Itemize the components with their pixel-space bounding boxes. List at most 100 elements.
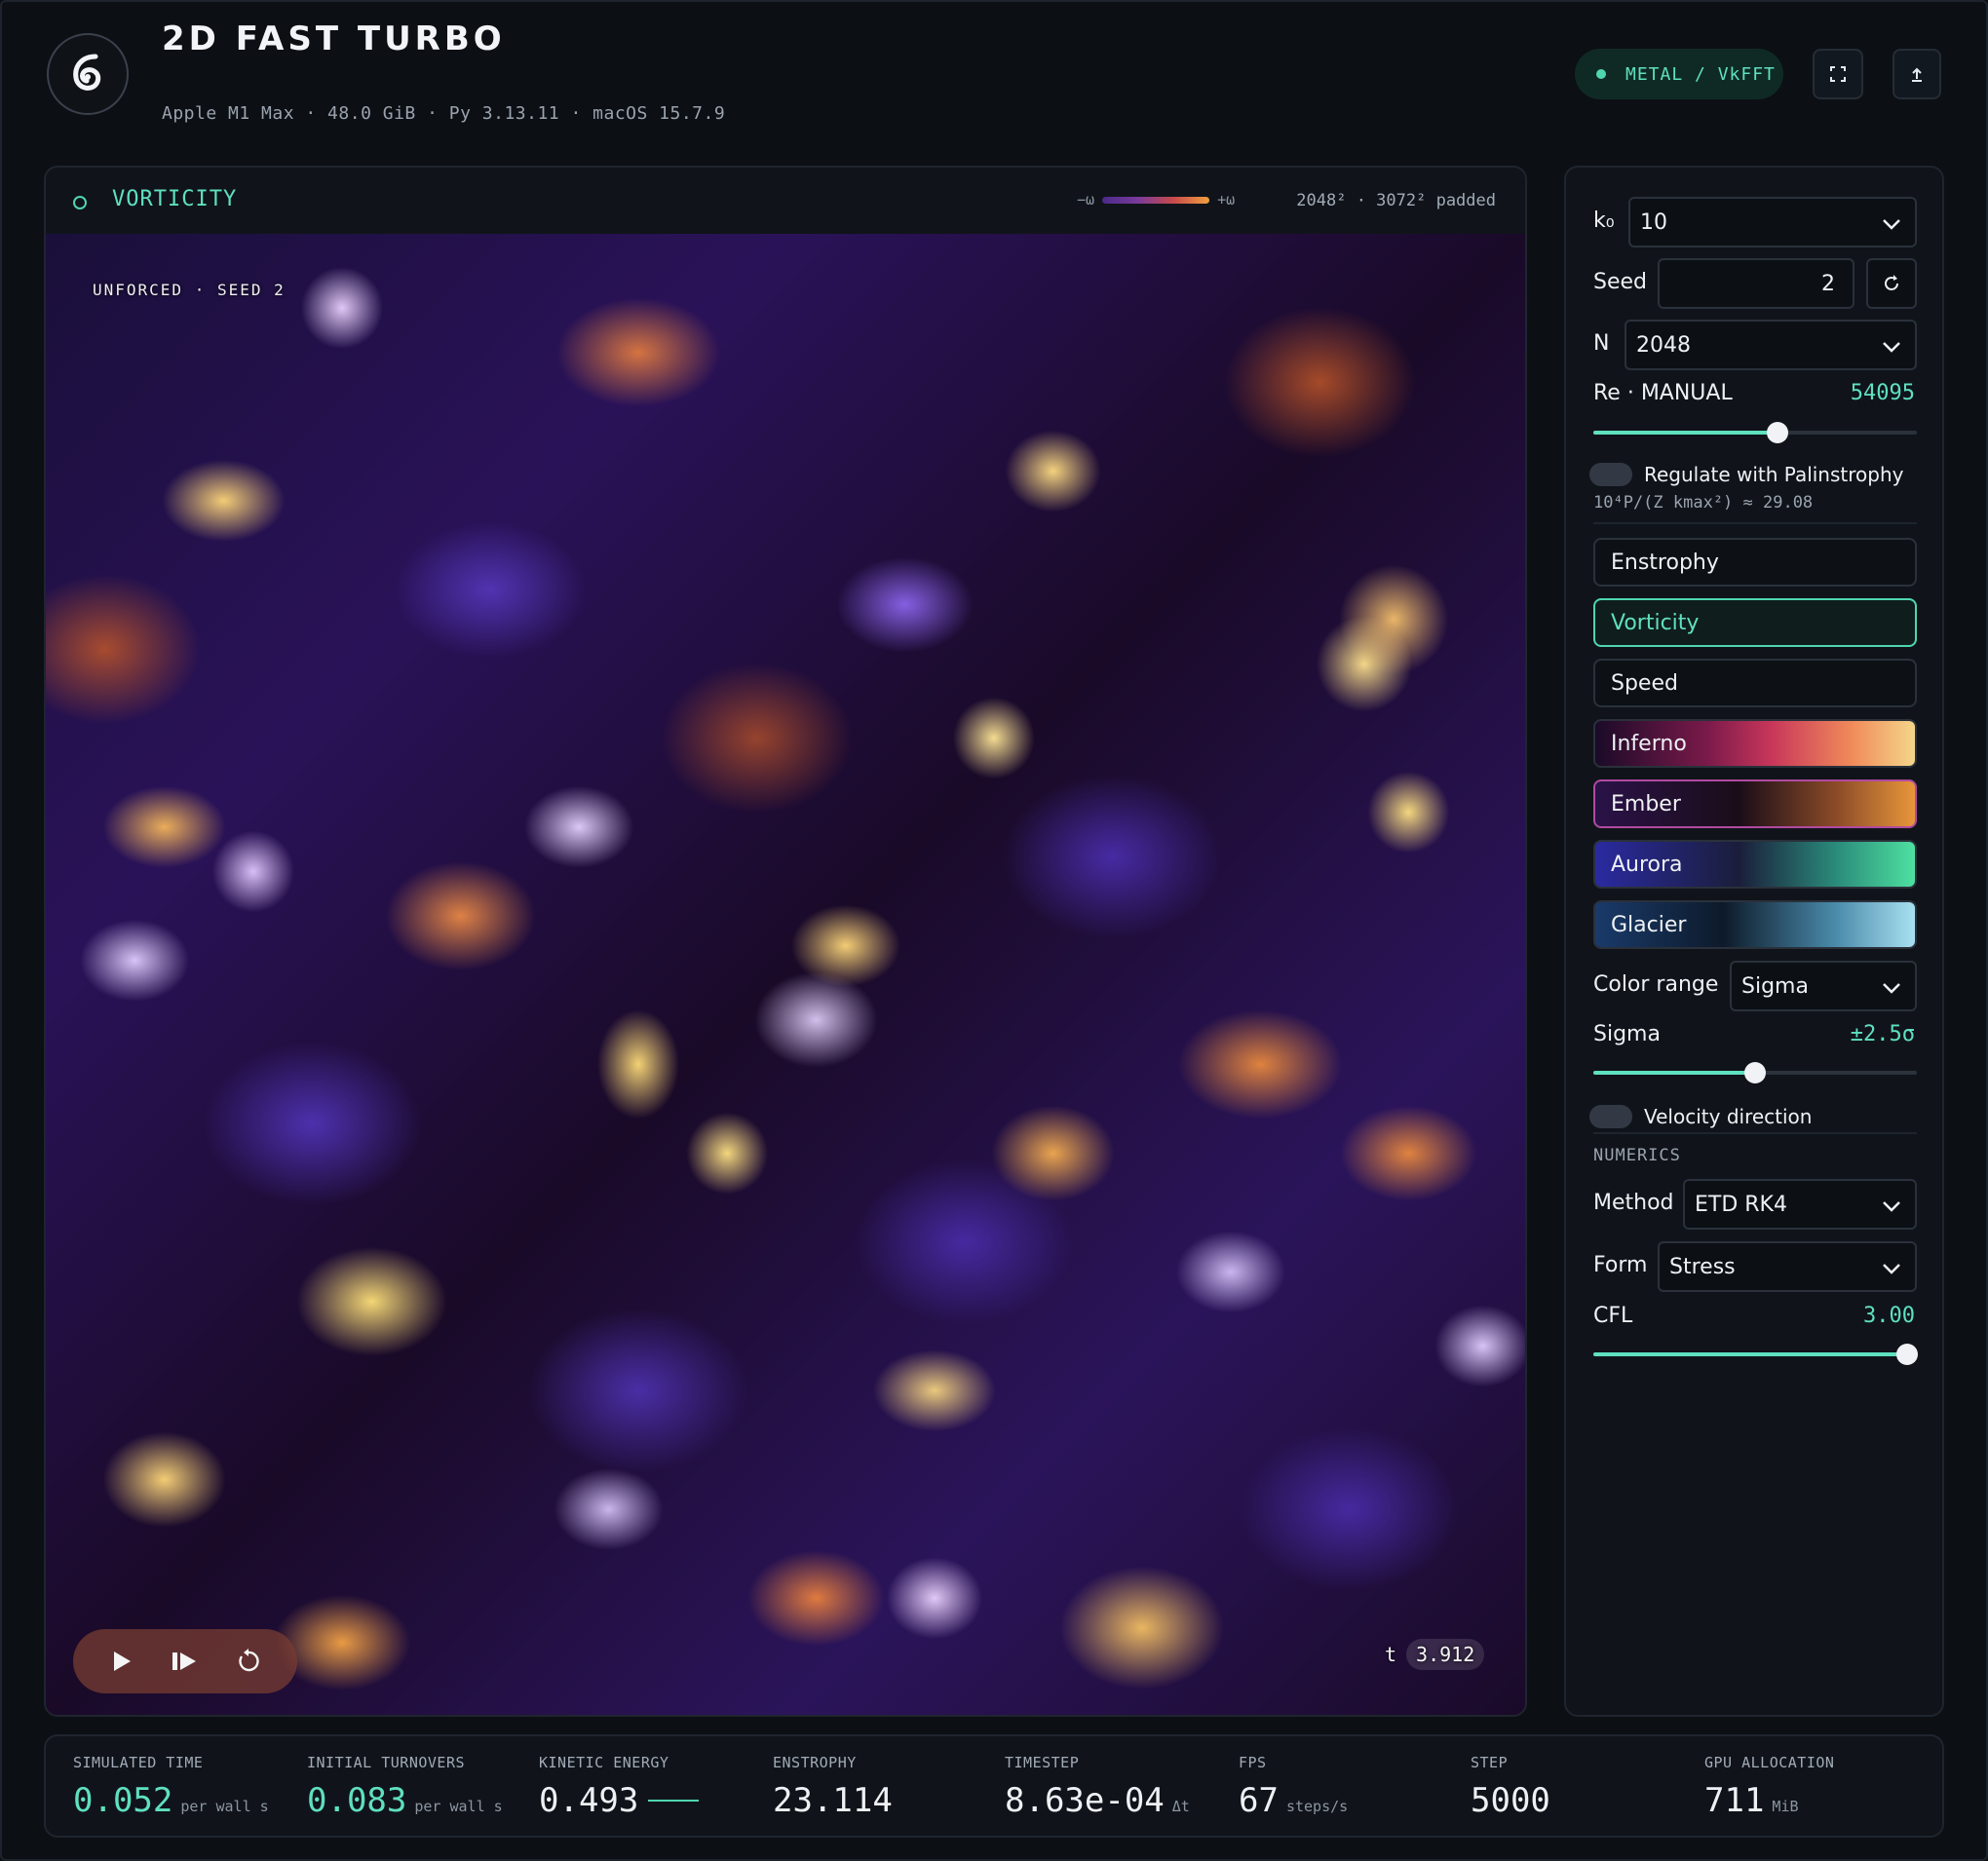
stat-unit: MiB [1772,1798,1799,1815]
stat-kinetic-energy: KINETIC ENERGY 0.493 [539,1754,700,1820]
stat-label: ENSTROPHY [773,1754,857,1771]
stat-initial-turnovers: INITIAL TURNOVERS 0.083 per wall s [307,1754,503,1820]
color-range-value: Sigma [1741,973,1809,999]
field-option-label: Speed [1611,670,1678,696]
stat-number: 67 [1239,1781,1279,1820]
colormap-label: Inferno [1611,731,1687,756]
form-label: Form [1593,1253,1648,1277]
slider-fill [1593,1352,1908,1356]
stat-label: SIMULATED TIME [73,1754,204,1771]
stat-value: 5000 [1471,1781,1550,1820]
colormap-label: Ember [1611,791,1681,817]
slider-knob[interactable] [1767,422,1789,443]
sigma-value: ±2.5σ [1850,1022,1915,1046]
stat-enstrophy: ENSTROPHY 23.114 [773,1754,893,1820]
stat-unit: Δt [1171,1798,1190,1815]
divider [1593,1132,1917,1134]
colormap-label: Aurora [1611,852,1683,877]
step-button[interactable] [166,1642,205,1681]
stat-number: 0.052 [73,1781,173,1820]
velocity-direction-label: Velocity direction [1644,1105,1813,1128]
slider-knob[interactable] [1896,1344,1919,1365]
field-option-label: Vorticity [1611,610,1700,635]
chevron-down-icon [1883,1264,1900,1274]
visualization-panel: VORTICITY −ω +ω 2048² · 3072² padded UNF… [44,166,1527,1717]
slider-knob[interactable] [1744,1062,1766,1083]
stat-number: 0.493 [539,1781,639,1820]
legend-gradient [1102,196,1210,204]
stat-fps: FPS 67 steps/s [1239,1754,1348,1820]
palinstrophy-label: Regulate with Palinstrophy [1644,463,1904,486]
fullscreen-icon [1830,66,1846,82]
system-info: Apple M1 Max · 48.0 GiB · Py 3.13.11 · m… [162,103,726,124]
time-value: 3.912 [1406,1639,1485,1670]
color-range-select[interactable]: Sigma [1730,961,1917,1011]
stat-value: 23.114 [773,1781,893,1820]
stat-unit: steps/s [1285,1798,1349,1815]
seed-label: Seed [1593,270,1647,294]
cfl-label: CFL [1593,1304,1633,1328]
re-label: Re · MANUAL [1593,381,1733,405]
status-dot-icon [1596,69,1606,79]
palinstrophy-toggle[interactable] [1589,463,1632,486]
settings-panel: k₀ 10 Seed 2 N 2048 Re · MANUAL 54095 Re… [1564,166,1944,1717]
field-option-vorticity[interactable]: Vorticity [1593,598,1917,647]
chevron-down-icon [1883,983,1900,994]
k0-label: k₀ [1593,209,1615,233]
cfl-slider[interactable] [1593,1344,1919,1365]
viz-header: VORTICITY −ω +ω 2048² · 3072² padded [46,168,1525,234]
play-icon [114,1652,132,1671]
stat-number: 23.114 [773,1781,893,1820]
stats-bar: SIMULATED TIME 0.052 per wall s INITIAL T… [44,1734,1944,1838]
stat-number: 711 [1704,1781,1765,1820]
stat-value: 67 steps/s [1239,1781,1348,1820]
stat-unit: per wall s [414,1798,503,1815]
time-readout: t 3.912 [1385,1639,1485,1670]
k0-value: 10 [1640,209,1667,235]
randomize-seed-button[interactable] [1866,258,1917,309]
stat-simulated-time: SIMULATED TIME 0.052 per wall s [73,1754,269,1820]
stat-label: FPS [1239,1754,1267,1771]
color-legend: −ω +ω [1077,191,1235,209]
divider [1593,522,1917,524]
sigma-label: Sigma [1593,1022,1661,1046]
form-value: Stress [1669,1254,1736,1279]
re-slider[interactable] [1593,422,1917,443]
sigma-slider[interactable] [1593,1062,1917,1083]
k0-select[interactable]: 10 [1628,197,1917,247]
method-label: Method [1593,1191,1674,1215]
app-title: 2D FAST TURBO [162,19,506,58]
field-option-enstrophy[interactable]: Enstrophy [1593,538,1917,587]
legend-pos: +ω [1217,191,1236,209]
field-indicator-icon [73,196,87,209]
method-select[interactable]: ETD RK4 [1683,1179,1917,1230]
play-button[interactable] [102,1642,141,1681]
swirl-logo-icon [73,54,101,91]
fullscreen-button[interactable] [1813,49,1863,99]
export-icon [1912,67,1922,82]
colormap-inferno[interactable]: Inferno [1593,719,1917,768]
resolution-info: 2048² · 3072² padded [1296,191,1496,210]
re-value: 54095 [1850,381,1915,405]
export-button[interactable] [1892,49,1941,99]
method-value: ETD RK4 [1695,1192,1787,1217]
backend-badge: METAL / VkFFT [1575,49,1783,99]
refresh-icon [1885,275,1898,290]
field-option-speed[interactable]: Speed [1593,659,1917,707]
stat-value: 8.63e-04 Δt [1005,1781,1190,1820]
color-range-label: Color range [1593,972,1719,997]
reset-icon [238,1649,259,1672]
velocity-direction-toggle[interactable] [1589,1105,1632,1128]
field-option-label: Enstrophy [1611,550,1719,575]
form-select[interactable]: Stress [1658,1241,1917,1292]
stat-label: STEP [1471,1754,1509,1771]
vorticity-canvas[interactable]: UNFORCED · SEED 2 t 3.912 [46,234,1525,1715]
chevron-down-icon [1883,219,1900,230]
colormap-ember[interactable]: Ember [1593,779,1917,828]
n-select[interactable]: 2048 [1625,320,1917,370]
stat-value: 0.052 per wall s [73,1781,269,1820]
seed-input[interactable]: 2 [1658,258,1854,309]
reset-button[interactable] [229,1642,268,1681]
colormap-glacier[interactable]: Glacier [1593,900,1917,949]
colormap-aurora[interactable]: Aurora [1593,840,1917,889]
